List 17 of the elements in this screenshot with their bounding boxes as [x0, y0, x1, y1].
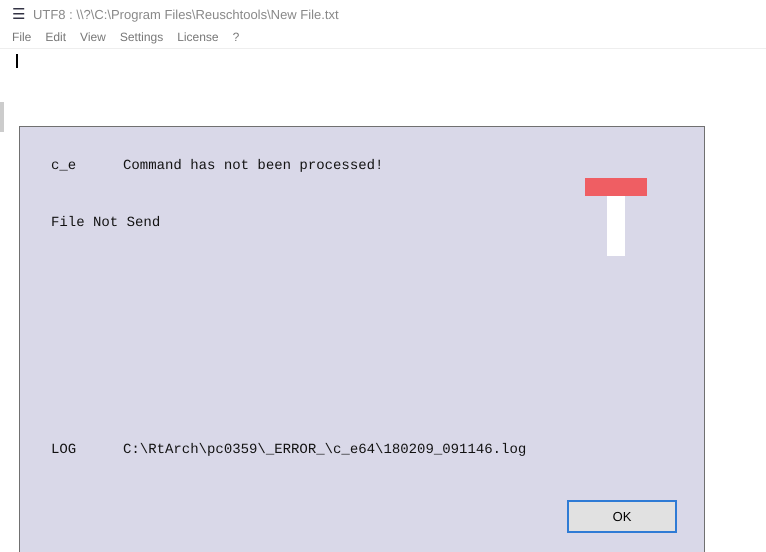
message-text: Command has not been processed! [123, 158, 384, 174]
menu-item[interactable]: View [80, 30, 106, 48]
menu-item[interactable]: Edit [45, 30, 66, 48]
window-title: UTF8 : \\?\C:\Program Files\Reuschtools\New File.txt [33, 6, 339, 22]
log-path: C:\RtArch\pc0359\_ERROR_\c_e64\180209_091146.log [123, 442, 526, 458]
message-text: File Not Send [51, 215, 160, 231]
scrollbar [0, 102, 4, 132]
ok-button[interactable]: OK [567, 500, 677, 533]
menu-item[interactable]: Settings [120, 30, 164, 48]
menu-item[interactable]: File [12, 30, 32, 48]
text-cursor [16, 54, 18, 68]
menu-item[interactable]: License [177, 30, 219, 48]
log-label: LOG [51, 442, 78, 458]
menu-item[interactable]: ? [232, 30, 240, 48]
menu-icon[interactable]: ☰ [12, 5, 25, 23]
t-icon [585, 178, 647, 256]
error-code: c_e [51, 158, 78, 174]
